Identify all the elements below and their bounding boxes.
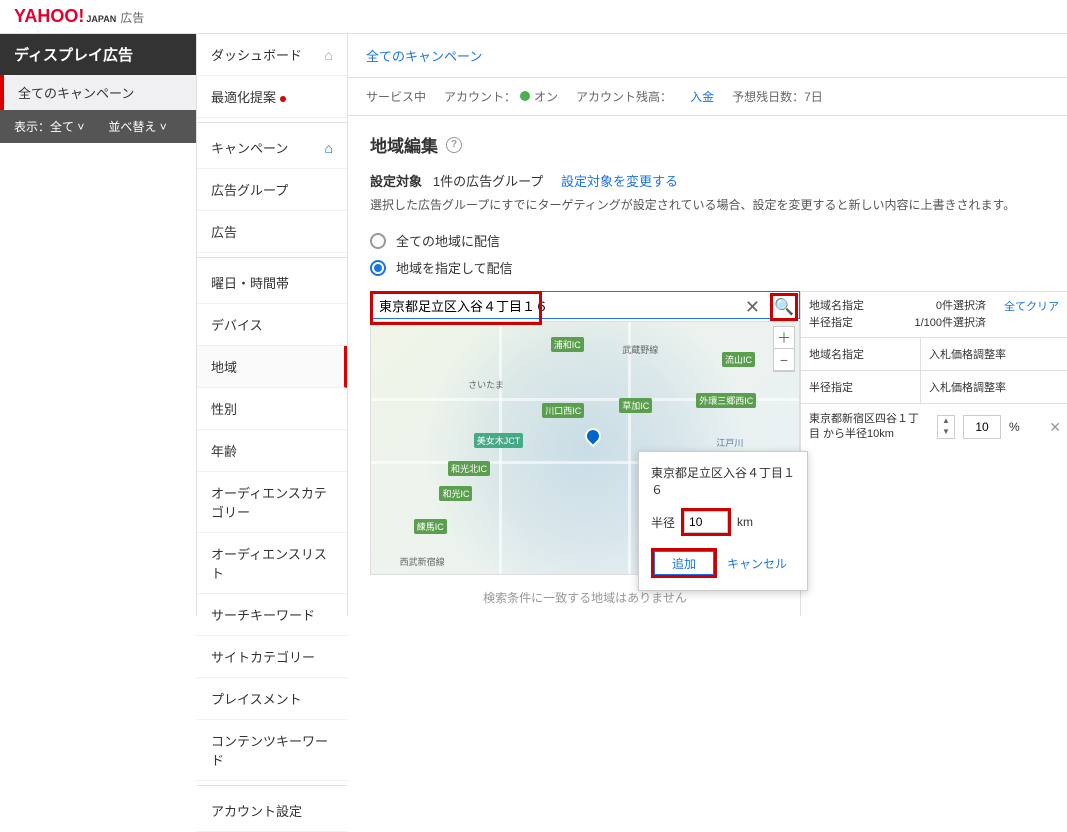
map-label: 川口西IC	[542, 403, 584, 418]
radio-on-icon	[370, 260, 386, 276]
panel-head-right: 0件選択済1/100件選択済	[906, 292, 994, 337]
home-icon: ⌂	[325, 140, 333, 156]
help-icon[interactable]: ?	[446, 137, 462, 153]
zoom-out-button[interactable]: −	[774, 349, 794, 371]
map-label: 美女木JCT	[474, 433, 524, 448]
bid-stepper[interactable]: ▲▼	[937, 415, 955, 439]
display-filter[interactable]: 表示：全て ˅	[14, 118, 84, 135]
nav-optimize[interactable]: 最適化提案	[197, 76, 347, 118]
panel-head-left: 地域名指定半径指定	[801, 292, 906, 337]
radius-input[interactable]	[684, 511, 728, 533]
percent-label: %	[1009, 420, 1020, 434]
service-status: サービス中	[366, 88, 426, 105]
page-title: 地域編集 ?	[370, 132, 1045, 157]
nav-account-settings[interactable]: アカウント設定	[197, 790, 347, 832]
radio-all-regions[interactable]: 全ての地域に配信	[370, 227, 1045, 254]
nav-gender[interactable]: 性別	[197, 388, 347, 430]
bid-adjust-input[interactable]	[963, 415, 1001, 439]
sort-button[interactable]: 並べ替え ˅	[108, 118, 166, 135]
step-up-icon[interactable]: ▲	[938, 416, 954, 427]
map-label: 練馬IC	[414, 519, 447, 534]
status-on-icon	[520, 91, 530, 101]
radio-off-icon	[370, 233, 386, 249]
overwrite-note: 選択した広告グループにすでにターゲティングが設定されている場合、設定を変更すると…	[370, 196, 1045, 213]
radius-unit: km	[737, 515, 753, 529]
cancel-link[interactable]: キャンセル	[727, 555, 787, 572]
radius-label: 半径	[651, 514, 675, 531]
map-label: 流山IC	[722, 352, 755, 367]
panel-row-value: 入札価格調整率	[921, 338, 1067, 370]
map-label: 浦和IC	[551, 337, 584, 352]
product-title: ディスプレイ広告	[0, 34, 196, 75]
panel-row-label: 地域名指定	[801, 338, 921, 370]
map-label: 西武新宿線	[397, 554, 448, 569]
forecast-days: 予想残日数：7日	[732, 88, 823, 105]
alert-dot-icon	[280, 96, 286, 102]
change-target-link[interactable]: 設定対象を変更する	[561, 174, 678, 189]
panel-row-value: 入札価格調整率	[921, 371, 1067, 403]
nav-aud-category[interactable]: オーディエンスカテゴリー	[197, 472, 347, 533]
nav-dashboard[interactable]: ダッシュボード⌂	[197, 34, 347, 76]
nav-search-keyword[interactable]: サーチキーワード	[197, 594, 347, 636]
nav-site-category[interactable]: サイトカテゴリー	[197, 636, 347, 678]
add-button[interactable]: 追加	[654, 551, 714, 575]
selected-region-item: 東京都新宿区四谷１丁目 から半径10km ▲▼ % ✕	[801, 404, 1067, 451]
nav-aud-list[interactable]: オーディエンスリスト	[197, 533, 347, 594]
map-label: 草加IC	[619, 398, 652, 413]
panel-row-label: 半径指定	[801, 371, 921, 403]
nav-device[interactable]: デバイス	[197, 304, 347, 346]
map-label: 江戸川	[713, 435, 746, 450]
popup-title: 東京都足立区入谷４丁目１６	[651, 464, 795, 498]
remove-icon[interactable]: ✕	[1049, 419, 1061, 436]
nav-region[interactable]: 地域	[197, 346, 347, 388]
nav-age[interactable]: 年齢	[197, 430, 347, 472]
all-campaigns-item[interactable]: 全てのキャンペーン	[0, 75, 196, 110]
nav-daytime[interactable]: 曜日・時間帯	[197, 262, 347, 304]
radio-specific-regions[interactable]: 地域を指定して配信	[370, 254, 1045, 281]
breadcrumb[interactable]: 全てのキャンペーン	[348, 34, 1067, 78]
nav-placement[interactable]: プレイスメント	[197, 678, 347, 720]
map-pin-icon	[582, 425, 605, 448]
map-label: 武蔵野線	[619, 342, 661, 357]
map-label: 和光北IC	[448, 461, 490, 476]
location-popup: 東京都足立区入谷４丁目１６ 半径 km 追加 キャンセル	[638, 451, 808, 591]
nav-campaign[interactable]: キャンペーン⌂	[197, 127, 347, 169]
clear-input-icon[interactable]: ✕	[741, 295, 764, 320]
yahoo-logo: YAHOO!JAPAN 広告	[14, 6, 144, 27]
search-icon[interactable]: 🔍	[770, 293, 798, 321]
search-highlight	[370, 291, 542, 325]
balance-label: アカウント残高：	[576, 88, 672, 105]
step-down-icon[interactable]: ▼	[938, 427, 954, 438]
zoom-in-button[interactable]: ＋	[774, 327, 794, 349]
nav-adgroup[interactable]: 広告グループ	[197, 169, 347, 211]
map-label: 外環三郷西IC	[696, 393, 756, 408]
clear-all-link[interactable]: 全てクリア	[994, 292, 1067, 337]
target-label: 設定対象	[370, 174, 422, 189]
map-label: 和光IC	[439, 486, 472, 501]
deposit-link[interactable]: 入金	[690, 88, 714, 105]
home-icon: ⌂	[325, 47, 333, 63]
target-value: 1件の広告グループ	[433, 174, 543, 189]
account-status: アカウント：オン	[444, 88, 558, 105]
nav-content-keyword[interactable]: コンテンツキーワード	[197, 720, 347, 781]
map-label: さいたま	[465, 377, 507, 392]
nav-ads[interactable]: 広告	[197, 211, 347, 253]
